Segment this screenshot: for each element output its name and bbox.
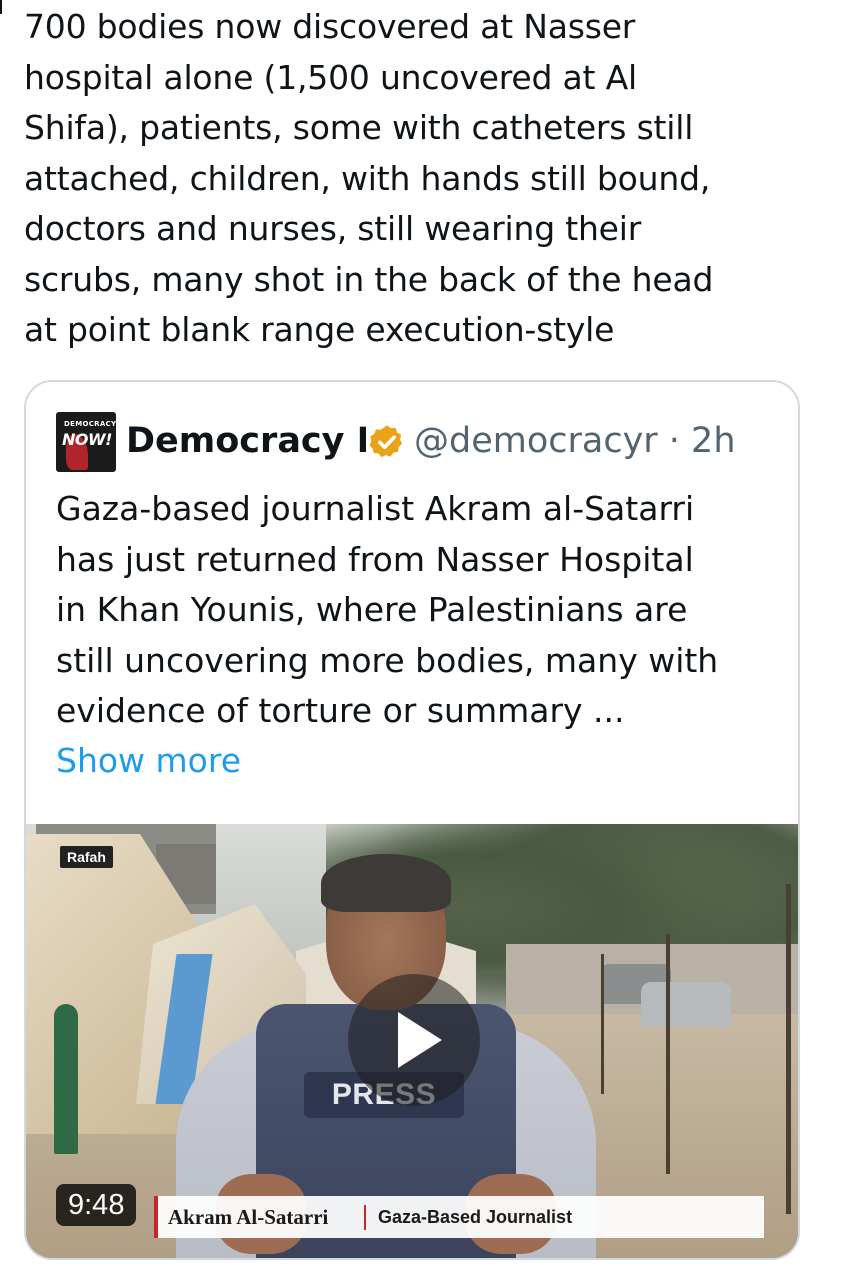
handle-and-timestamp[interactable]: @democracyr · 2h bbox=[414, 416, 736, 466]
display-name[interactable]: Democracy Now! bbox=[126, 416, 366, 466]
quoted-tweet-text: Gaza-based journalist Akram al-Satarri h… bbox=[56, 484, 776, 737]
quoted-tweet-header: DEMOCRACY NOW! Democracy Now! @democracy… bbox=[56, 412, 778, 474]
tweet-line: at point blank range execution-style bbox=[24, 310, 615, 349]
quoted-tweet-line: still uncovering more bodies, many with bbox=[56, 640, 719, 680]
quoted-tweet-card[interactable]: DEMOCRACY NOW! Democracy Now! @democracy… bbox=[24, 380, 800, 1260]
video-car bbox=[641, 982, 731, 1027]
avatar-logo-text-top: DEMOCRACY bbox=[64, 420, 116, 428]
tweet-line: Shifa), patients, some with catheters st… bbox=[24, 108, 694, 147]
journalist-hair bbox=[321, 854, 451, 912]
tweet-line: attached, children, with hands still bou… bbox=[24, 158, 711, 198]
show-more-link[interactable]: Show more bbox=[56, 736, 241, 786]
video-player[interactable]: PRESS Rafah Akram Al-Satarri Gaza-Based … bbox=[26, 824, 798, 1258]
tweet-text: 700 bodies now discovered at Nasser hosp… bbox=[24, 2, 814, 356]
avatar[interactable]: DEMOCRACY NOW! bbox=[56, 412, 116, 472]
video-gas-cylinder bbox=[54, 1004, 78, 1154]
lower-third-title: Gaza-Based Journalist bbox=[378, 1207, 573, 1227]
lower-third-name: Akram Al-Satarri bbox=[168, 1205, 329, 1229]
location-badge: Rafah bbox=[60, 846, 113, 868]
tweet-line: hospital alone (1,500 uncovered at Al bbox=[24, 57, 637, 97]
video-pole bbox=[601, 954, 604, 1094]
tweet-line: doctors and nurses, still wearing their bbox=[24, 209, 642, 248]
tweet-line: 700 bodies now discovered at Nasser bbox=[24, 7, 636, 46]
play-icon bbox=[398, 1012, 442, 1068]
video-pole bbox=[666, 934, 670, 1174]
thread-line bbox=[0, 0, 2, 14]
video-pole bbox=[786, 884, 791, 1214]
play-button[interactable] bbox=[348, 974, 480, 1106]
avatar-logo-text-main: NOW! bbox=[62, 430, 112, 449]
video-duration: 9:48 bbox=[56, 1184, 137, 1226]
quoted-tweet-line: evidence of torture or summary ... bbox=[56, 691, 625, 730]
verified-badge-icon bbox=[369, 425, 403, 458]
quoted-tweet-line: in Khan Younis, where Palestinians are bbox=[56, 590, 688, 629]
lower-third-caption: Akram Al-Satarri Gaza-Based Journalist bbox=[154, 1196, 764, 1238]
lower-third-divider bbox=[364, 1205, 366, 1230]
tweet-line: scrubs, many shot in the back of the hea… bbox=[24, 259, 714, 299]
quoted-tweet-line: Gaza-based journalist Akram al-Satarri bbox=[56, 489, 695, 528]
quoted-tweet-line: has just returned from Nasser Hospital bbox=[56, 539, 694, 579]
